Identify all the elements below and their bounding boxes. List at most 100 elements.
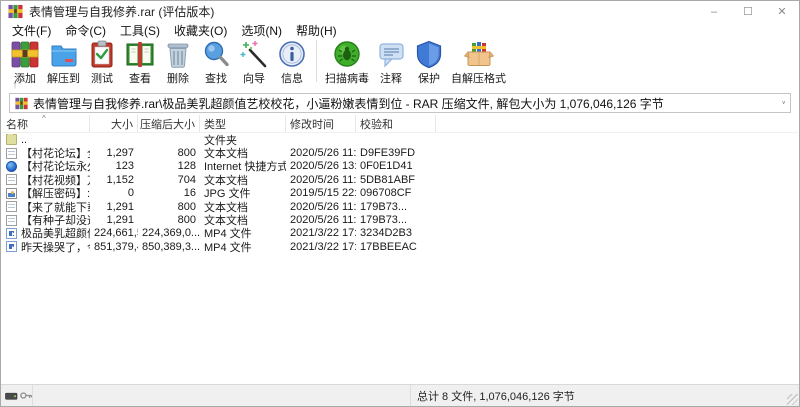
cell-checksum: 0F0E1D41 bbox=[356, 160, 436, 172]
cell-modified: 2020/5/26 11:... bbox=[286, 174, 356, 186]
menu-file[interactable]: 文件(F) bbox=[5, 22, 58, 39]
column-header-modified[interactable]: 修改时间 bbox=[286, 115, 356, 132]
address-path-text: 表情管理与自我修养.rar\极品美乳超颜值艺校校花，小逼粉嫩表情到位 - RAR… bbox=[33, 95, 664, 112]
cell-checksum: 3234D2B3 bbox=[356, 227, 436, 239]
cell-checksum: 179B73... bbox=[356, 214, 436, 226]
delete-icon bbox=[163, 39, 193, 69]
drive-icon bbox=[5, 391, 18, 401]
cell-packed: 800 bbox=[138, 147, 200, 159]
cell-packed: 800 bbox=[138, 214, 200, 226]
menu-bar: 文件(F) 命令(C) 工具(S) 收藏夹(O) 选项(N) 帮助(H) bbox=[1, 22, 799, 39]
column-header-name-label: 名称 bbox=[6, 116, 28, 132]
cell-size: 1,152 bbox=[90, 174, 138, 186]
cell-modified: 2021/3/22 17:... bbox=[286, 227, 356, 239]
view-icon bbox=[125, 39, 155, 69]
table-row[interactable]: 【解压密码】: ... 0 16 JPG 文件 2019/5/15 22:...… bbox=[2, 187, 798, 200]
close-button[interactable]: ✕ bbox=[765, 1, 799, 22]
title-bar: 表情管理与自我修养.rar (评估版本) – ☐ ✕ bbox=[1, 1, 799, 22]
column-header-size[interactable]: 大小 bbox=[90, 115, 138, 132]
menu-commands[interactable]: 命令(C) bbox=[58, 22, 113, 39]
status-total-text: 总计 8 文件, 1,076,046,126 字节 bbox=[411, 388, 575, 404]
column-header-packed[interactable]: 压缩后大小 bbox=[138, 115, 200, 132]
window-controls: – ☐ ✕ bbox=[697, 1, 799, 22]
key-icon bbox=[20, 390, 33, 401]
address-combobox[interactable]: 表情管理与自我修养.rar\极品美乳超颜值艺校校花，小逼粉嫩表情到位 - RAR… bbox=[9, 93, 791, 113]
cell-size: 1,297 bbox=[90, 147, 138, 159]
menu-favorites[interactable]: 收藏夹(O) bbox=[167, 22, 234, 39]
table-row[interactable]: 【村花论坛】全... 1,297 800 文本文档 2020/5/26 11:.… bbox=[2, 146, 798, 159]
maximize-button[interactable]: ☐ bbox=[731, 1, 765, 22]
toolbar-separator bbox=[316, 40, 317, 82]
cell-modified: 2019/5/15 22:... bbox=[286, 187, 356, 199]
wizard-icon bbox=[239, 39, 269, 69]
cell-size: 1,291 bbox=[90, 201, 138, 213]
view-button-label: 查看 bbox=[129, 70, 151, 86]
table-row[interactable]: .. 文件夹 bbox=[2, 133, 798, 146]
cell-size: 851,379,4... bbox=[90, 241, 138, 253]
menu-tools[interactable]: 工具(S) bbox=[113, 22, 167, 39]
cell-packed: 224,369,0... bbox=[138, 227, 200, 239]
protect-button[interactable]: 保护 bbox=[410, 39, 448, 86]
up-one-level-button[interactable]: ↑ bbox=[8, 79, 22, 92]
protect-icon bbox=[414, 39, 444, 69]
cell-size: 0 bbox=[90, 187, 138, 199]
video-file-icon bbox=[6, 241, 17, 252]
video-file-icon bbox=[6, 228, 17, 239]
delete-button[interactable]: 删除 bbox=[159, 39, 197, 86]
cell-modified: 2021/3/22 17:... bbox=[286, 241, 356, 253]
text-file-icon bbox=[6, 201, 17, 212]
wizard-button-label: 向导 bbox=[243, 70, 265, 86]
cell-packed: 16 bbox=[138, 187, 200, 199]
column-header-name[interactable]: 名称 ^ bbox=[2, 115, 90, 132]
cell-checksum: 17BBEEAC bbox=[356, 241, 436, 253]
wizard-button[interactable]: 向导 bbox=[235, 39, 273, 86]
cell-packed: 850,389,3... bbox=[138, 241, 200, 253]
menu-options[interactable]: 选项(N) bbox=[234, 22, 289, 39]
table-row[interactable]: 【村花视频】万... 1,152 704 文本文档 2020/5/26 11:.… bbox=[2, 173, 798, 186]
cell-checksum: 179B73... bbox=[356, 201, 436, 213]
column-header-checksum[interactable]: 校验和 bbox=[356, 115, 436, 132]
table-row[interactable]: 极品美乳超颜值... 224,661,5... 224,369,0... MP4… bbox=[2, 227, 798, 240]
cell-size: 123 bbox=[90, 160, 138, 172]
cell-packed: 128 bbox=[138, 160, 200, 172]
info-button[interactable]: 信息 bbox=[273, 39, 311, 86]
text-file-icon bbox=[6, 215, 17, 226]
menu-help[interactable]: 帮助(H) bbox=[289, 22, 344, 39]
cell-size: 224,661,5... bbox=[90, 227, 138, 239]
virus-scan-button[interactable]: 扫描病毒 bbox=[322, 39, 372, 86]
test-icon bbox=[87, 39, 117, 69]
find-icon bbox=[201, 39, 231, 69]
status-middle-panel bbox=[33, 385, 411, 406]
extract-to-button[interactable]: 解压到 bbox=[44, 39, 83, 86]
winrar-app-icon bbox=[8, 4, 23, 19]
text-file-icon bbox=[6, 174, 17, 185]
table-row[interactable]: 【来了就能下载... 1,291 800 文本文档 2020/5/26 11:.… bbox=[2, 200, 798, 213]
find-button[interactable]: 查找 bbox=[197, 39, 235, 86]
sfx-button[interactable]: 自解压格式 bbox=[448, 39, 509, 86]
file-rows: .. 文件夹 【村花论坛】全... 1,297 800 文本文档 2020/5/… bbox=[2, 133, 798, 254]
add-archive-icon bbox=[10, 39, 40, 69]
view-button[interactable]: 查看 bbox=[121, 39, 159, 86]
cell-type: MP4 文件 bbox=[200, 239, 286, 255]
cell-checksum: 096708CF bbox=[356, 187, 436, 199]
info-icon bbox=[277, 39, 307, 69]
virus-scan-icon bbox=[332, 39, 362, 69]
table-row[interactable]: 昨天操哭了，今... 851,379,4... 850,389,3... MP4… bbox=[2, 240, 798, 253]
table-row[interactable]: 【有种子却没速... 1,291 800 文本文档 2020/5/26 11:.… bbox=[2, 213, 798, 226]
protect-button-label: 保护 bbox=[418, 70, 440, 86]
extract-to-button-label: 解压到 bbox=[47, 70, 80, 86]
cell-checksum: 5DB81ABF bbox=[356, 174, 436, 186]
table-row[interactable]: 【村花论坛永久... 123 128 Internet 快捷方式 2020/5/… bbox=[2, 160, 798, 173]
address-dropdown-icon[interactable]: ᵛ bbox=[776, 99, 785, 108]
rar-archive-icon bbox=[15, 97, 28, 110]
minimize-button[interactable]: – bbox=[697, 1, 731, 22]
sfx-button-label: 自解压格式 bbox=[451, 70, 506, 86]
test-button[interactable]: 测试 bbox=[83, 39, 121, 86]
comment-button[interactable]: 注释 bbox=[372, 39, 410, 86]
resize-grip[interactable] bbox=[787, 394, 798, 405]
extract-to-icon bbox=[49, 39, 79, 69]
file-list-header: 名称 ^ 大小 压缩后大小 类型 修改时间 校验和 bbox=[2, 115, 798, 133]
column-header-type[interactable]: 类型 bbox=[200, 115, 286, 132]
cell-name: .. bbox=[21, 134, 27, 146]
cell-checksum: D9FE39FD bbox=[356, 147, 436, 159]
